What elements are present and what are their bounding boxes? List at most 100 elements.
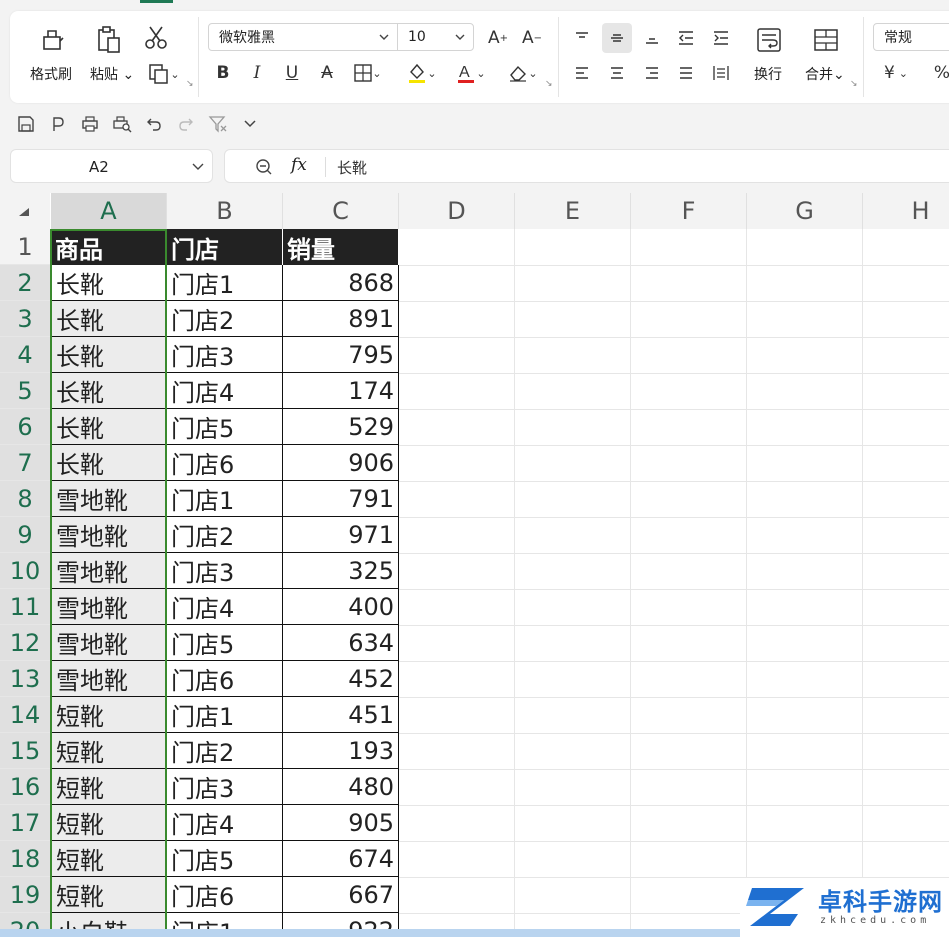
product-cell[interactable]: 雪地靴 [51, 661, 167, 697]
decrease-indent-icon[interactable] [672, 25, 700, 51]
redo-icon[interactable] [170, 111, 202, 137]
sales-cell[interactable]: 667 [283, 877, 399, 913]
filter-icon[interactable] [202, 111, 234, 137]
align-middle-icon[interactable] [602, 23, 632, 53]
align-center-icon[interactable] [603, 60, 631, 86]
row-header-2[interactable]: 2 [0, 265, 50, 301]
sales-cell[interactable]: 174 [283, 373, 399, 409]
export-pdf-icon[interactable] [42, 111, 74, 137]
sales-cell[interactable]: 674 [283, 841, 399, 877]
borders-icon[interactable]: ⌄ [348, 60, 388, 86]
store-cell[interactable]: 门店6 [167, 445, 283, 481]
store-cell[interactable]: 门店2 [167, 733, 283, 769]
sales-cell[interactable]: 795 [283, 337, 399, 373]
select-all-corner[interactable] [0, 193, 50, 229]
product-cell[interactable]: 雪地靴 [51, 625, 167, 661]
store-cell[interactable]: 门店4 [167, 373, 283, 409]
product-cell[interactable]: 短靴 [51, 841, 167, 877]
store-cell[interactable]: 门店4 [167, 805, 283, 841]
wrap-text-icon[interactable] [754, 25, 784, 55]
sales-cell[interactable]: 452 [283, 661, 399, 697]
name-box[interactable]: A2 [10, 149, 213, 183]
product-cell[interactable]: 长靴 [51, 301, 167, 337]
row-header-14[interactable]: 14 [0, 697, 50, 733]
row-header-16[interactable]: 16 [0, 769, 50, 805]
column-header-h[interactable]: H [863, 193, 949, 229]
sales-cell[interactable]: 971 [283, 517, 399, 553]
row-header-9[interactable]: 9 [0, 517, 50, 553]
customize-toolbar-chevron-icon[interactable] [234, 111, 266, 137]
sales-cell[interactable]: 791 [283, 481, 399, 517]
row-header-3[interactable]: 3 [0, 301, 50, 337]
product-cell[interactable]: 短靴 [51, 733, 167, 769]
format-painter-icon[interactable] [37, 26, 67, 56]
header-cell[interactable]: 销量 [283, 229, 399, 265]
font-dialog-launcher-icon[interactable]: ↘ [545, 79, 553, 89]
store-cell[interactable]: 门店1 [167, 697, 283, 733]
number-format-select[interactable]: 常规 [873, 23, 949, 51]
row-header-15[interactable]: 15 [0, 733, 50, 769]
formula-input[interactable]: 长靴 [337, 157, 367, 178]
row-header-19[interactable]: 19 [0, 877, 50, 913]
column-header-e[interactable]: E [515, 193, 631, 229]
sales-cell[interactable]: 451 [283, 697, 399, 733]
store-cell[interactable]: 门店5 [167, 841, 283, 877]
copy-icon[interactable]: ⌄ [144, 61, 184, 87]
increase-font-size-icon[interactable]: A + [484, 25, 512, 51]
store-cell[interactable]: 门店2 [167, 517, 283, 553]
row-header-13[interactable]: 13 [0, 661, 50, 697]
store-cell[interactable]: 门店4 [167, 589, 283, 625]
row-header-7[interactable]: 7 [0, 445, 50, 481]
row-header-12[interactable]: 12 [0, 625, 50, 661]
product-cell[interactable]: 短靴 [51, 805, 167, 841]
row-header-1[interactable]: 1 [0, 229, 50, 265]
row-header-6[interactable]: 6 [0, 409, 50, 445]
column-header-a[interactable]: A [51, 193, 167, 229]
store-cell[interactable]: 门店1 [167, 265, 283, 301]
column-header-f[interactable]: F [631, 193, 747, 229]
column-header-b[interactable]: B [167, 193, 283, 229]
column-header-d[interactable]: D [399, 193, 515, 229]
store-cell[interactable]: 门店3 [167, 769, 283, 805]
undo-icon[interactable] [138, 111, 170, 137]
font-color-icon[interactable]: A ⌄ [451, 60, 491, 86]
product-cell[interactable]: 长靴 [51, 445, 167, 481]
sales-cell[interactable]: 529 [283, 409, 399, 445]
row-header-17[interactable]: 17 [0, 805, 50, 841]
column-header-c[interactable]: C [283, 193, 399, 229]
print-preview-icon[interactable] [106, 111, 138, 137]
justify-icon[interactable] [672, 60, 700, 86]
sales-cell[interactable]: 905 [283, 805, 399, 841]
worksheet-grid[interactable]: ABCDEFGH 1 2 3 4 5 6 7 8 9 10 11 12 13 14 15 16 17 18 19 20… [0, 193, 949, 937]
underline-icon[interactable]: U [278, 60, 306, 86]
strikethrough-icon[interactable]: A [313, 60, 341, 86]
align-left-icon[interactable] [568, 60, 596, 86]
store-cell[interactable]: 门店2 [167, 301, 283, 337]
sales-cell[interactable]: 480 [283, 769, 399, 805]
sales-cell[interactable]: 193 [283, 733, 399, 769]
currency-format-icon[interactable]: ¥ ⌄ [876, 60, 916, 86]
align-bottom-icon[interactable] [638, 25, 666, 51]
merge-cells-label[interactable]: 合并⌄ [805, 64, 845, 84]
row-header-18[interactable]: 18 [0, 841, 50, 877]
sales-cell[interactable]: 325 [283, 553, 399, 589]
align-right-icon[interactable] [638, 60, 666, 86]
increase-indent-icon[interactable] [707, 25, 735, 51]
product-cell[interactable]: 长靴 [51, 373, 167, 409]
format-painter-label[interactable]: 格式刷 [30, 64, 72, 84]
sales-cell[interactable]: 868 [283, 265, 399, 301]
alignment-dialog-launcher-icon[interactable]: ↘ [850, 79, 858, 89]
product-cell[interactable]: 短靴 [51, 769, 167, 805]
font-name-select[interactable]: 微软雅黑 [208, 23, 398, 51]
store-cell[interactable]: 门店5 [167, 409, 283, 445]
row-header-4[interactable]: 4 [0, 337, 50, 373]
product-cell[interactable]: 雪地靴 [51, 553, 167, 589]
product-cell[interactable]: 雪地靴 [51, 481, 167, 517]
store-cell[interactable]: 门店3 [167, 553, 283, 589]
italic-icon[interactable]: I [243, 60, 271, 86]
sales-cell[interactable]: 400 [283, 589, 399, 625]
header-cell[interactable]: 门店 [167, 229, 283, 265]
product-cell[interactable]: 短靴 [51, 697, 167, 733]
header-cell[interactable]: 商品 [51, 229, 167, 265]
store-cell[interactable]: 门店1 [167, 481, 283, 517]
